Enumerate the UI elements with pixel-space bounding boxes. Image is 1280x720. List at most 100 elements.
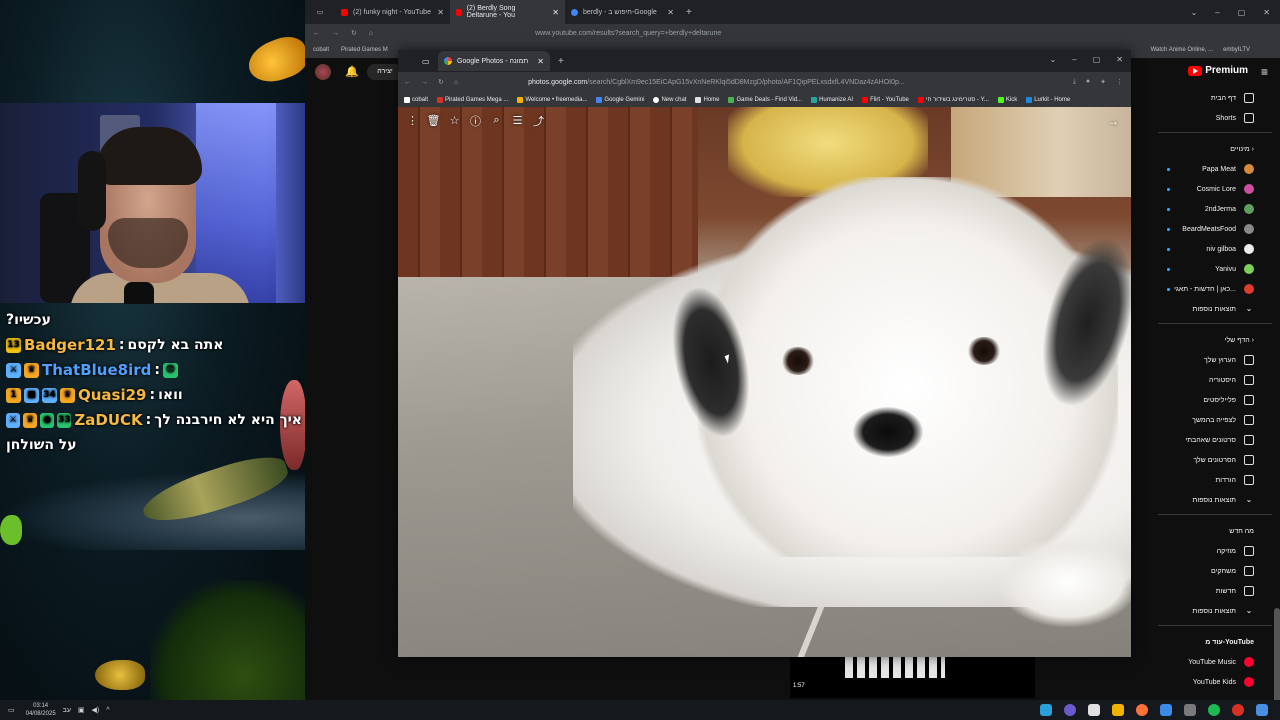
back-icon[interactable]: ← xyxy=(404,79,411,86)
share-icon[interactable]: ⤴ xyxy=(532,114,545,128)
star-icon[interactable]: ☆ xyxy=(448,114,461,127)
sidebar-item-subscription[interactable]: Papa Meat xyxy=(1150,159,1280,179)
zoom-icon[interactable]: ⌕ xyxy=(490,114,503,127)
next-photo-arrow-icon[interactable]: → xyxy=(1107,114,1119,128)
bookmark[interactable]: New chat xyxy=(653,96,686,103)
discord-icon[interactable] xyxy=(1064,704,1076,716)
close-icon[interactable]: ✕ xyxy=(1116,55,1123,64)
bookmark[interactable]: Flirt - YouTube xyxy=(862,96,909,103)
sidebar-item-subscription[interactable]: BeardMeatsFood xyxy=(1150,219,1280,239)
bookmark[interactable]: embyILTV xyxy=(1223,47,1250,53)
trash-icon[interactable]: 🗑 xyxy=(427,114,441,127)
tab-list-icon[interactable]: ▭ xyxy=(305,8,335,16)
bookmark[interactable]: Humanize AI xyxy=(811,96,853,103)
youtube-premium-logo[interactable]: Premium xyxy=(1188,65,1248,76)
close-icon[interactable]: ✕ xyxy=(1263,8,1270,17)
photo-viewer[interactable] xyxy=(398,107,1131,657)
sidebar-item-your-videos[interactable]: הסרטונים שלך xyxy=(1150,450,1280,470)
you-header[interactable]: הדף שלי › xyxy=(1150,330,1280,350)
puzzle-icon[interactable]: ✦ xyxy=(1100,78,1106,86)
close-icon[interactable]: ✕ xyxy=(552,8,559,17)
steam-icon[interactable] xyxy=(1040,704,1052,716)
show-more-you[interactable]: תוצאות נוספות ⌄ xyxy=(1150,490,1280,510)
bookmark[interactable]: cobalt xyxy=(313,47,329,53)
bookmark[interactable]: Kick xyxy=(997,96,1017,103)
sidebar-item-downloads[interactable]: הורדות xyxy=(1150,470,1280,490)
sidebar-item-shorts[interactable]: Shorts xyxy=(1150,108,1280,128)
chevron-down-icon[interactable]: ⌄ xyxy=(1050,55,1057,64)
close-icon[interactable]: ✕ xyxy=(667,8,674,17)
tab-funky-night[interactable]: (2) funky night - YouTube ✕ xyxy=(335,0,450,24)
sidebar-item-youtube-music[interactable]: YouTube Music xyxy=(1150,652,1280,672)
chrome-icon[interactable] xyxy=(1232,704,1244,716)
address-bar[interactable]: www.youtube.com/results?search_query=+be… xyxy=(535,30,721,37)
sidebar-item-history[interactable]: היסטוריה xyxy=(1150,370,1280,390)
bookmark[interactable]: Home xyxy=(695,96,719,103)
minimize-icon[interactable]: – xyxy=(1215,8,1219,17)
bookmark[interactable]: Game Deals - Find Vid... xyxy=(728,96,802,103)
sidebar-item-liked[interactable]: סרטונים שאהבתי xyxy=(1150,430,1280,450)
reload-icon[interactable]: ↻ xyxy=(351,29,357,37)
bookmark[interactable]: Pirated Games M xyxy=(341,47,388,53)
tab-google-photos[interactable]: Google Photos - תמונה ✕ xyxy=(438,51,550,71)
subscriptions-header[interactable]: מינויים › xyxy=(1150,139,1280,159)
chevron-down-icon[interactable]: ⌄ xyxy=(1191,8,1198,17)
notifications-bell-icon[interactable]: 🔔 xyxy=(345,66,359,78)
download-icon[interactable]: ⤓ xyxy=(1073,78,1076,86)
tab-list-icon[interactable]: ▭ xyxy=(422,57,430,66)
sidebar-item-subscription[interactable]: כאן | חדשות - תאגי... xyxy=(1150,279,1280,299)
home-icon[interactable]: ⌂ xyxy=(369,30,373,37)
language-indicator[interactable]: עב xyxy=(63,707,71,714)
folder-icon[interactable] xyxy=(1112,704,1124,716)
menu-icon[interactable]: ⋮ xyxy=(1116,78,1123,86)
sidebar-item-subscription[interactable]: Yanivu xyxy=(1150,259,1280,279)
info-icon[interactable]: ⓘ xyxy=(469,114,482,128)
bookmark[interactable]: Welcome • freemedia... xyxy=(517,96,587,103)
hamburger-menu-icon[interactable]: ≡ xyxy=(1261,65,1268,79)
edit-icon[interactable]: ☰ xyxy=(511,114,524,127)
tray-chevron-icon[interactable]: ^ xyxy=(106,707,109,714)
sidebar-item-music[interactable]: מוזיקה xyxy=(1150,541,1280,561)
sidebar-item-news[interactable]: חדשות xyxy=(1150,581,1280,601)
new-tab-icon[interactable]: + xyxy=(686,7,692,18)
app-icon[interactable] xyxy=(1160,704,1172,716)
back-icon[interactable]: ← xyxy=(313,30,320,37)
sidebar-item-watch-later[interactable]: לצפייה בהמשך xyxy=(1150,410,1280,430)
sidebar-item-playlists[interactable]: פלייליסטים xyxy=(1150,390,1280,410)
sidebar-item-youtube-kids[interactable]: YouTube Kids xyxy=(1150,672,1280,692)
bookmark[interactable]: Pirated Games Mega ... xyxy=(437,96,508,103)
network-icon[interactable]: ▣ xyxy=(78,706,85,714)
address-bar[interactable]: photos.google.com/search/CgblXm9ec15EiCA… xyxy=(528,79,905,86)
bookmark[interactable]: Google Gemini xyxy=(596,96,644,103)
bookmark[interactable]: cobalt xyxy=(404,96,428,103)
show-more-subscriptions[interactable]: תוצאות נוספות ⌄ xyxy=(1150,299,1280,319)
tab-berdly-google[interactable]: berdly - חיפוש ב-Google ✕ xyxy=(565,0,680,24)
reload-icon[interactable]: ↻ xyxy=(438,78,444,86)
new-tab-icon[interactable]: + xyxy=(558,56,564,67)
close-icon[interactable]: ✕ xyxy=(537,57,544,66)
notification-icon[interactable]: ▭ xyxy=(8,706,15,714)
extension-icon[interactable]: ● xyxy=(1086,78,1090,86)
sidebar-item-gaming[interactable]: משחקים xyxy=(1150,561,1280,581)
app-icon[interactable] xyxy=(1184,704,1196,716)
bookmark[interactable]: Watch Anime Online, ... xyxy=(1151,47,1213,53)
sidebar-item-subscription[interactable]: niv gilboa xyxy=(1150,239,1280,259)
obs-icon[interactable] xyxy=(1088,704,1100,716)
maximize-icon[interactable]: ▢ xyxy=(1238,8,1246,17)
show-more-explore[interactable]: תוצאות נוספות ⌄ xyxy=(1150,601,1280,621)
forward-icon[interactable]: → xyxy=(421,79,428,86)
sidebar-item-home[interactable]: דף הבית xyxy=(1150,88,1280,108)
sidebar-item-subscription[interactable]: Cosmic Lore xyxy=(1150,179,1280,199)
maximize-icon[interactable]: ▢ xyxy=(1093,55,1101,64)
clock[interactable]: 03:14 04/08/2025 xyxy=(26,702,56,718)
forward-icon[interactable]: → xyxy=(332,30,339,37)
tab-berdly-song[interactable]: (2) Berdly Song Deltarune - You ✕ xyxy=(450,0,565,24)
sidebar-item-subscription[interactable]: 2ndJerma xyxy=(1150,199,1280,219)
bookmark[interactable]: Lurkit - Home xyxy=(1026,96,1070,103)
home-icon[interactable]: ⌂ xyxy=(454,79,458,86)
more-options-icon[interactable]: ⋮ xyxy=(406,114,419,127)
sidebar-item-your-channel[interactable]: הערוץ שלך xyxy=(1150,350,1280,370)
spotify-icon[interactable] xyxy=(1208,704,1220,716)
minimize-icon[interactable]: – xyxy=(1072,55,1076,64)
avatar[interactable] xyxy=(315,64,331,80)
